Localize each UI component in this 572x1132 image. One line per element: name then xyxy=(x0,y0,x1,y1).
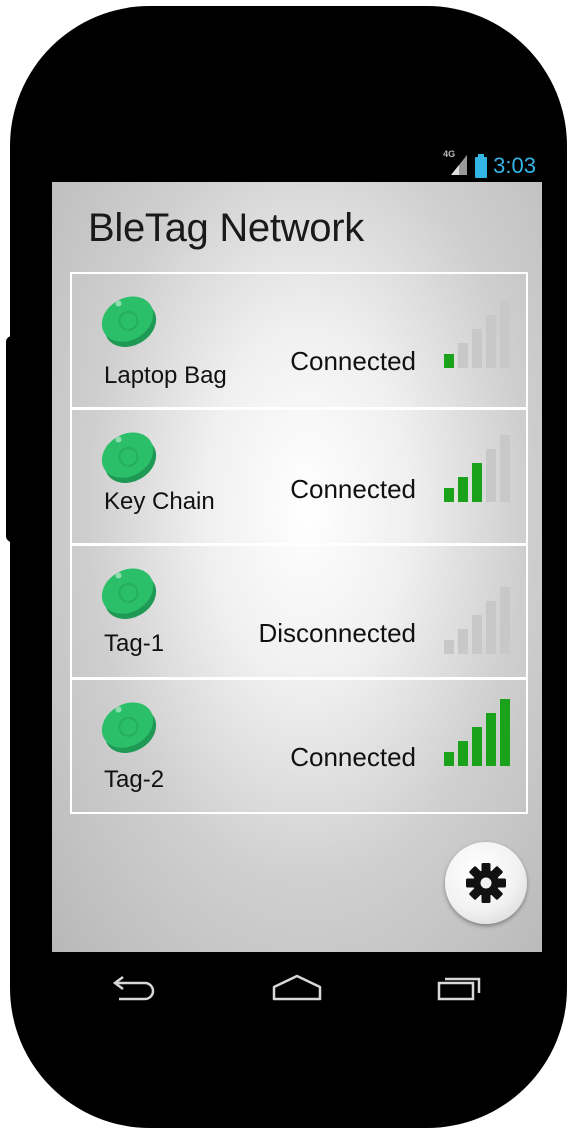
navigation-bar xyxy=(52,952,542,1024)
battery-icon xyxy=(475,154,488,178)
tag-status: Connected xyxy=(290,346,416,376)
phone-side-button xyxy=(6,336,18,542)
tag-row-tag-2[interactable]: Tag-2 Connected xyxy=(72,680,526,812)
network-indicator: 4G xyxy=(443,149,469,180)
tag-status: Connected xyxy=(290,474,416,504)
status-time: 3:03 xyxy=(493,153,536,178)
ble-tag-icon xyxy=(101,296,157,347)
tag-status: Connected xyxy=(290,742,416,772)
tag-name: Key Chain xyxy=(104,488,215,515)
tag-name: Tag-1 xyxy=(104,630,165,657)
app-title: BleTag Network xyxy=(88,206,364,250)
tag-name: Laptop Bag xyxy=(104,362,227,389)
back-icon xyxy=(112,976,154,1001)
recent-apps-icon xyxy=(438,977,481,1001)
ble-tag-icon xyxy=(101,702,157,753)
tag-name: Tag-2 xyxy=(104,766,165,793)
recent-apps-button[interactable] xyxy=(400,958,520,1018)
signal-strength-icon xyxy=(444,301,510,368)
tag-row-laptop-bag[interactable]: Laptop Bag Connected xyxy=(72,274,526,410)
signal-strength-icon xyxy=(444,699,510,766)
app-screen: BleTag Network Laptop Bag Connected Key … xyxy=(52,182,542,952)
signal-strength-icon xyxy=(444,587,510,654)
gear-icon xyxy=(466,863,506,903)
home-icon xyxy=(272,974,322,1001)
tag-list: Laptop Bag Connected Key Chain Connected… xyxy=(70,272,528,814)
ble-tag-icon xyxy=(101,432,157,483)
tag-row-key-chain[interactable]: Key Chain Connected xyxy=(72,410,526,546)
home-button[interactable] xyxy=(237,958,357,1018)
ble-tag-icon xyxy=(101,568,157,619)
back-button[interactable] xyxy=(74,958,194,1018)
settings-button[interactable] xyxy=(445,842,527,924)
tag-status: Disconnected xyxy=(258,618,416,648)
status-bar: 4G 3:03 xyxy=(52,149,542,182)
tag-row-tag-1[interactable]: Tag-1 Disconnected xyxy=(72,546,526,680)
network-type-label: 4G xyxy=(443,148,456,159)
signal-strength-icon xyxy=(444,435,510,502)
